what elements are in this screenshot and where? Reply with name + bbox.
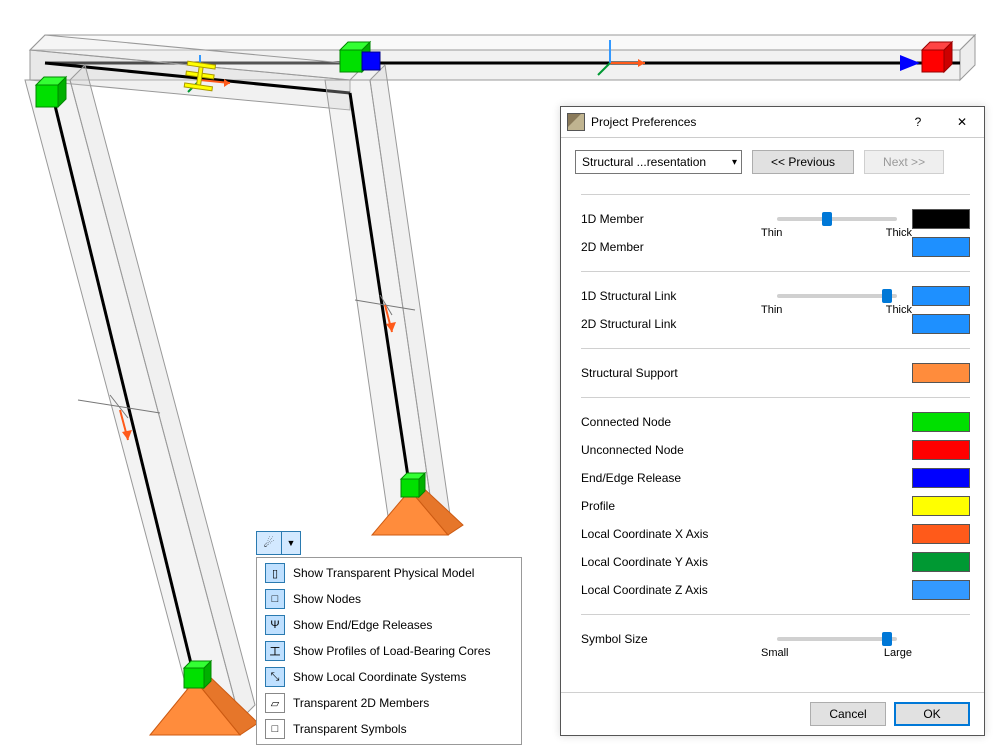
transparent-2d-icon: ▱ xyxy=(265,693,285,713)
combo-value: Structural ...resentation xyxy=(582,155,706,169)
label-axis-x: Local Coordinate X Axis xyxy=(581,527,761,541)
chevron-down-icon: ▾ xyxy=(732,157,737,168)
row-symbol-size: Symbol Size SmallLarge xyxy=(581,625,970,653)
color-swatch-1d-member[interactable] xyxy=(912,209,970,229)
structural-display-icon: ☄ xyxy=(256,531,282,555)
project-preferences-dialog: Project Preferences ? ✕ Structural ...re… xyxy=(560,106,985,736)
label-2d-member: 2D Member xyxy=(581,240,761,254)
slider-label-thick: Thick xyxy=(886,304,912,316)
unconnected-node-icon xyxy=(922,42,952,72)
color-swatch-unconnected-node[interactable] xyxy=(912,440,970,460)
row-1d-link: 1D Structural Link ThinThick xyxy=(581,282,970,310)
dialog-title: Project Preferences xyxy=(591,115,896,129)
menu-item-label: Transparent 2D Members xyxy=(293,696,429,710)
color-swatch-1d-link[interactable] xyxy=(912,286,970,306)
color-swatch-2d-link[interactable] xyxy=(912,314,970,334)
row-connected-node: Connected Node xyxy=(581,408,970,436)
color-swatch-support[interactable] xyxy=(912,363,970,383)
label-2d-link: 2D Structural Link xyxy=(581,317,761,331)
label-axis-y: Local Coordinate Y Axis xyxy=(581,555,761,569)
label-1d-link: 1D Structural Link xyxy=(581,289,761,303)
slider-member-thickness[interactable] xyxy=(777,217,897,221)
slider-label-thin: Thin xyxy=(761,227,782,239)
row-axis-x: Local Coordinate X Axis xyxy=(581,520,970,548)
color-swatch-connected-node[interactable] xyxy=(912,412,970,432)
connected-node-icon xyxy=(184,661,211,688)
help-button[interactable]: ? xyxy=(896,107,940,137)
menu-item-show-nodes[interactable]: □ Show Nodes xyxy=(259,586,519,612)
color-swatch-profile[interactable] xyxy=(912,496,970,516)
menu-item-label: Show Local Coordinate Systems xyxy=(293,670,466,684)
previous-button[interactable]: << Previous xyxy=(752,150,854,174)
label-symbol-size: Symbol Size xyxy=(581,632,761,646)
row-1d-member: 1D Member ThinThick xyxy=(581,205,970,233)
slider-label-thick: Thick xyxy=(886,227,912,239)
slider-label-large: Large xyxy=(884,647,912,659)
transparent-model-icon: ▯ xyxy=(265,563,285,583)
color-swatch-axis-x[interactable] xyxy=(912,524,970,544)
structural-display-menu: ▯ Show Transparent Physical Model □ Show N… xyxy=(256,557,522,745)
row-profile: Profile xyxy=(581,492,970,520)
next-button: Next >> xyxy=(864,150,944,174)
menu-item-show-releases[interactable]: Ψ Show End/Edge Releases xyxy=(259,612,519,638)
slider-symbol-size[interactable] xyxy=(777,637,897,641)
menu-item-transparent-physical[interactable]: ▯ Show Transparent Physical Model xyxy=(259,560,519,586)
ok-button[interactable]: OK xyxy=(894,702,970,726)
menu-item-transparent-symbols[interactable]: □ Transparent Symbols xyxy=(259,716,519,742)
lcs-icon: ⤡ xyxy=(265,667,285,687)
connected-node-icon xyxy=(401,473,425,497)
label-release: End/Edge Release xyxy=(581,471,761,485)
transparent-symbols-icon: □ xyxy=(265,719,285,739)
slider-label-small: Small xyxy=(761,647,789,659)
row-axis-z: Local Coordinate Z Axis xyxy=(581,576,970,604)
close-button[interactable]: ✕ xyxy=(940,107,984,137)
menu-item-label: Show Transparent Physical Model xyxy=(293,566,474,580)
category-combo[interactable]: Structural ...resentation ▾ xyxy=(575,150,742,174)
menu-item-label: Transparent Symbols xyxy=(293,722,407,736)
app-icon xyxy=(567,113,585,131)
color-swatch-axis-y[interactable] xyxy=(912,552,970,572)
row-support: Structural Support xyxy=(581,359,970,387)
releases-icon: Ψ xyxy=(265,615,285,635)
profiles-icon: 工 xyxy=(265,641,285,661)
color-swatch-2d-member[interactable] xyxy=(912,237,970,257)
close-icon: ✕ xyxy=(957,115,967,129)
row-release: End/Edge Release xyxy=(581,464,970,492)
label-1d-member: 1D Member xyxy=(581,212,761,226)
cancel-button[interactable]: Cancel xyxy=(810,702,886,726)
menu-item-label: Show Nodes xyxy=(293,592,361,606)
label-unconnected-node: Unconnected Node xyxy=(581,443,761,457)
structural-display-split-button[interactable]: ☄ ▼ xyxy=(256,531,301,555)
color-swatch-axis-z[interactable] xyxy=(912,580,970,600)
slider-label-thin: Thin xyxy=(761,304,782,316)
menu-item-show-profiles[interactable]: 工 Show Profiles of Load-Bearing Cores xyxy=(259,638,519,664)
label-connected-node: Connected Node xyxy=(581,415,761,429)
end-release-icon xyxy=(362,52,380,70)
label-support: Structural Support xyxy=(581,366,761,380)
menu-item-label: Show End/Edge Releases xyxy=(293,618,432,632)
menu-item-transparent-2d[interactable]: ▱ Transparent 2D Members xyxy=(259,690,519,716)
dialog-titlebar[interactable]: Project Preferences ? ✕ xyxy=(561,107,984,138)
connected-node-icon xyxy=(36,77,66,107)
slider-link-thickness[interactable] xyxy=(777,294,897,298)
menu-item-label: Show Profiles of Load-Bearing Cores xyxy=(293,644,490,658)
row-axis-y: Local Coordinate Y Axis xyxy=(581,548,970,576)
label-profile: Profile xyxy=(581,499,761,513)
color-swatch-release[interactable] xyxy=(912,468,970,488)
chevron-down-icon[interactable]: ▼ xyxy=(282,531,301,555)
menu-item-show-lcs[interactable]: ⤡ Show Local Coordinate Systems xyxy=(259,664,519,690)
label-axis-z: Local Coordinate Z Axis xyxy=(581,583,761,597)
nodes-icon: □ xyxy=(265,589,285,609)
row-unconnected-node: Unconnected Node xyxy=(581,436,970,464)
